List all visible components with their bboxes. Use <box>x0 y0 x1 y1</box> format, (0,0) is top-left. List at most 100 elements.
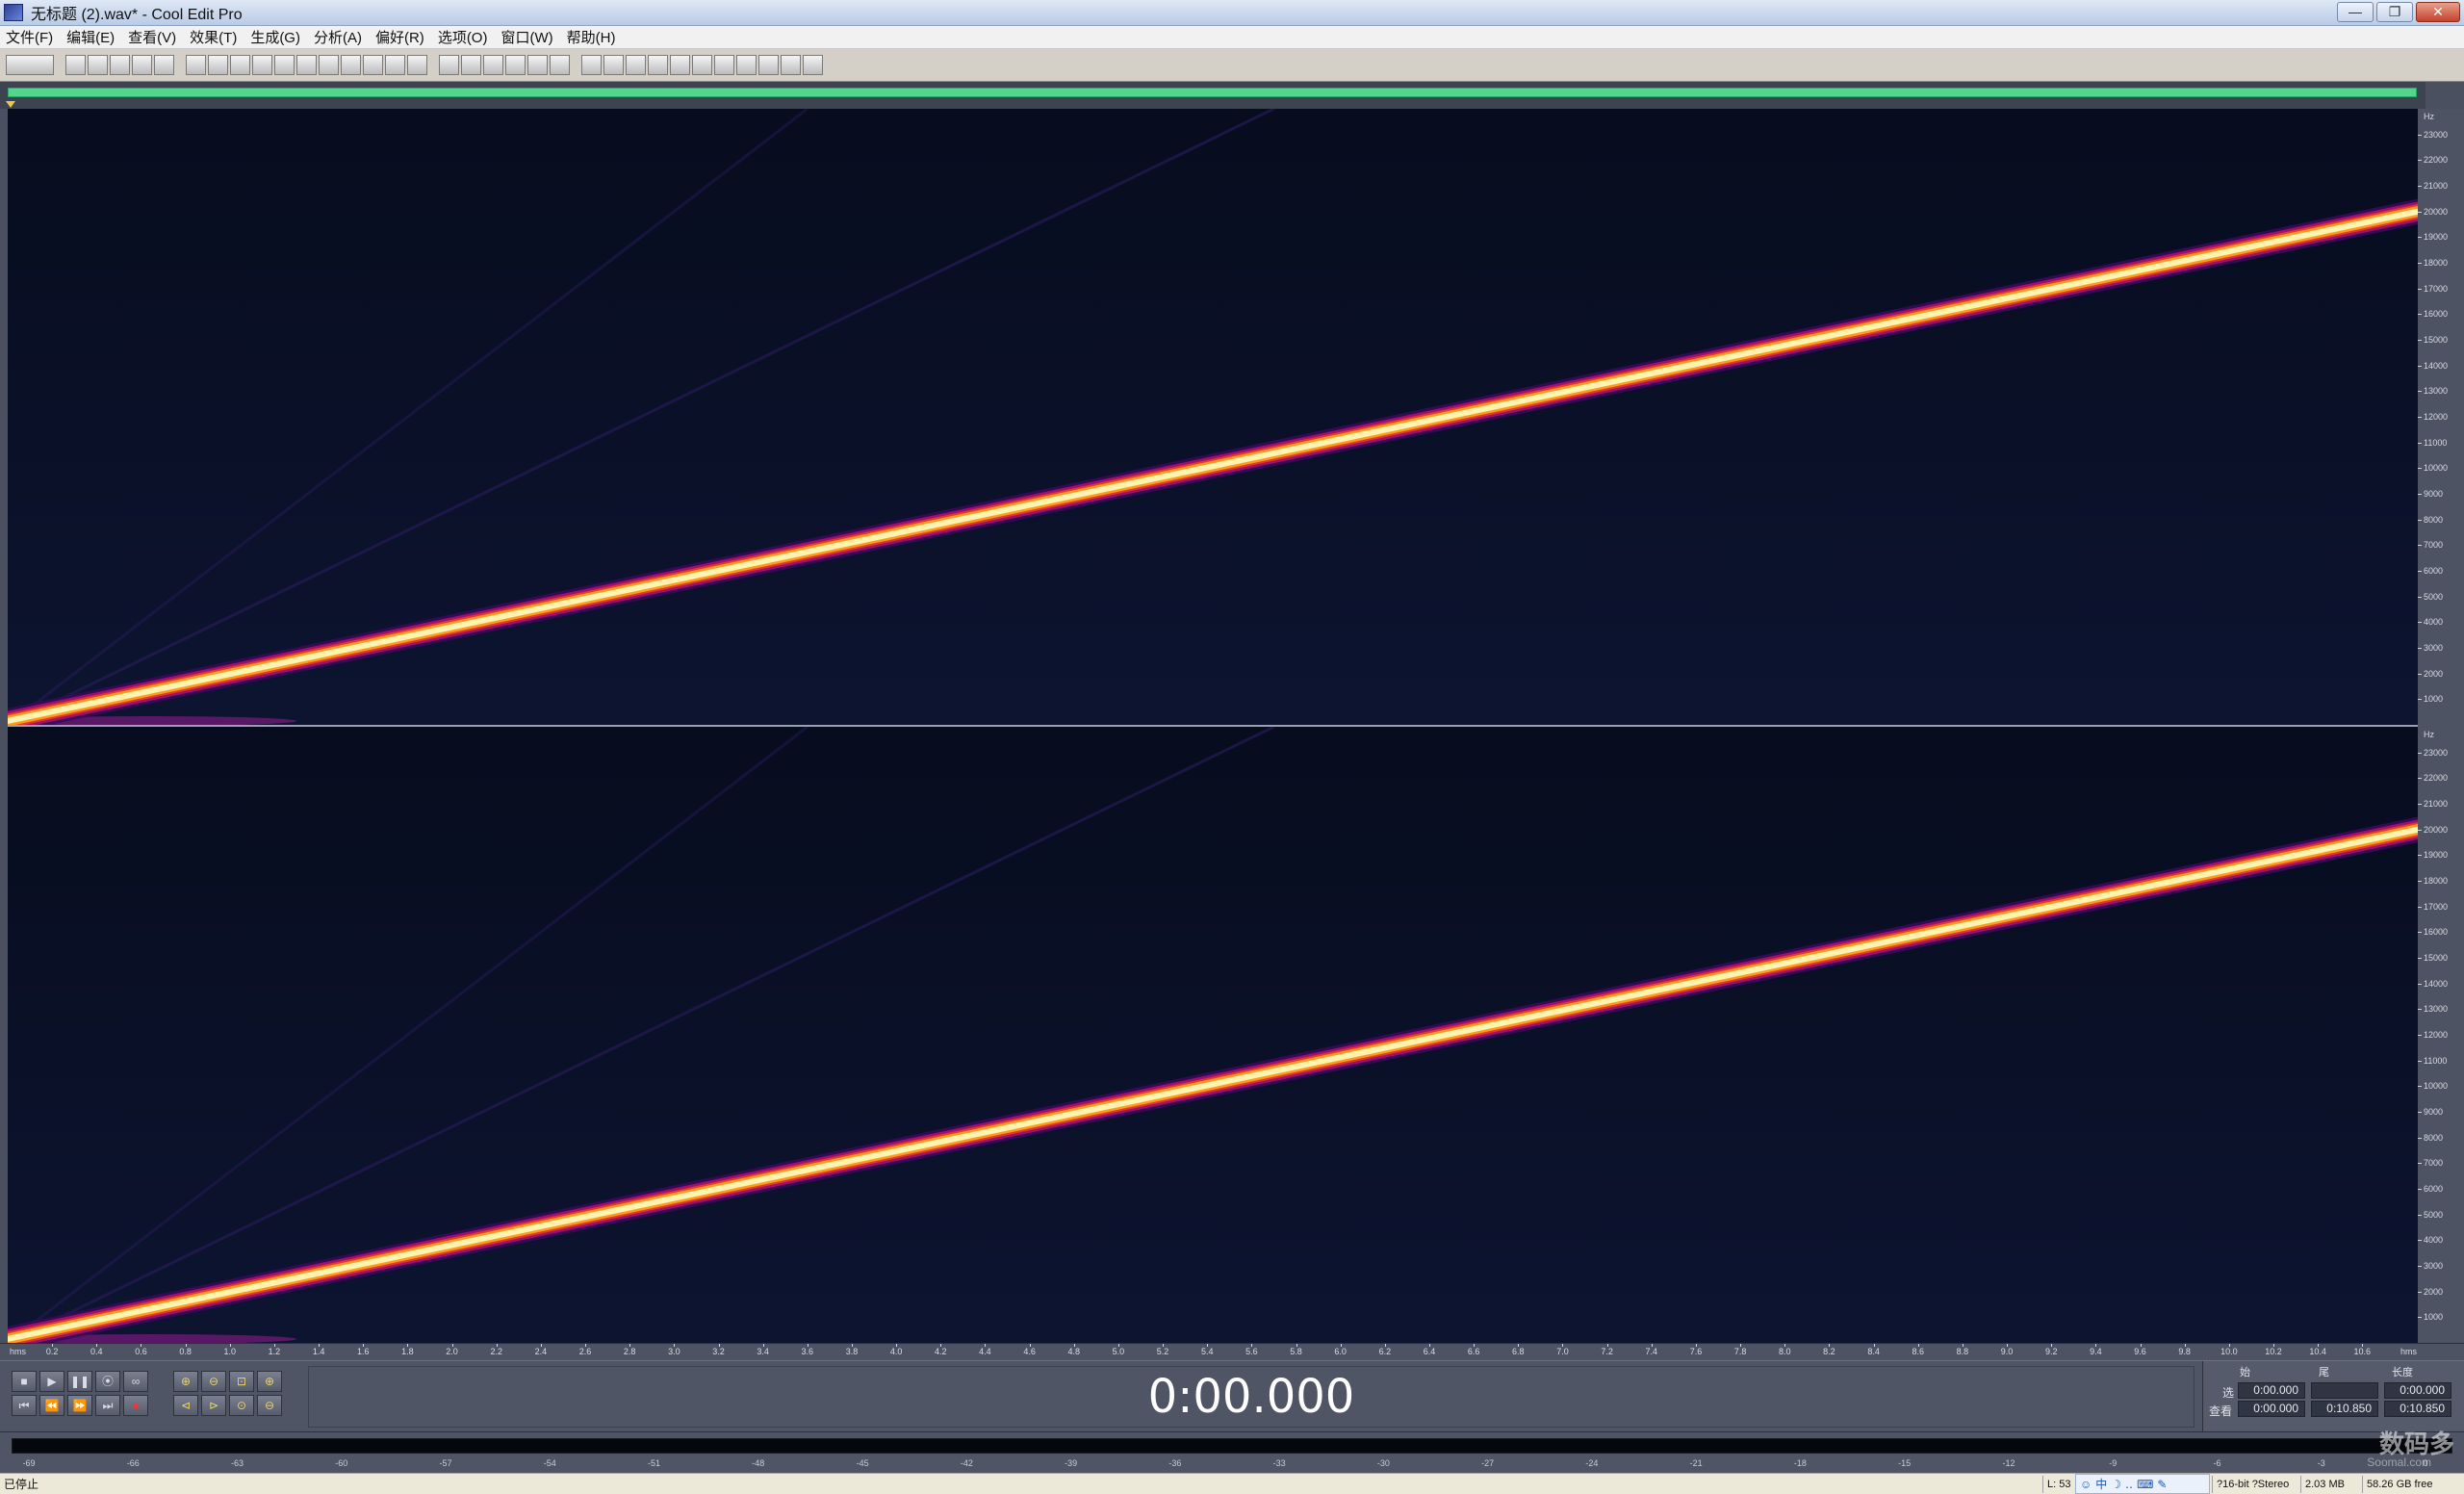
go-to-end-button[interactable]: ⏭ <box>95 1395 120 1416</box>
spectral-view-icon[interactable] <box>461 55 481 75</box>
copy-icon[interactable] <box>274 55 295 75</box>
frequency-ruler: Hz 23000 22000 21000 20000 19000 18000 17000 160… <box>2418 109 2464 1343</box>
maximize-button[interactable]: ❐ <box>2376 2 2413 22</box>
transport-buttons: ■ ▶ ❚❚ ⦿ ∞ ⏮ ⏪ ⏩ ⏭ ● <box>12 1371 148 1416</box>
fade-in-icon[interactable] <box>483 55 503 75</box>
ime-mode[interactable]: 中 <box>2095 1476 2107 1492</box>
waveform-view-icon[interactable] <box>439 55 459 75</box>
frequency-tick <box>2418 1317 2422 1319</box>
zoom-in-vertical-button[interactable]: ⊕ <box>257 1371 282 1392</box>
zoom-full-button[interactable]: ⊡ <box>229 1371 254 1392</box>
view-start-field[interactable]: 0:00.000 <box>2238 1401 2305 1417</box>
channel-left[interactable] <box>8 109 2418 725</box>
silence-icon[interactable] <box>385 55 405 75</box>
multitrack-switch-icon[interactable] <box>6 55 54 75</box>
menu-window[interactable]: 窗口(W) <box>500 27 552 47</box>
analysis-icon[interactable] <box>736 55 757 75</box>
zoom-out-horizontal-button[interactable]: ⊖ <box>201 1371 226 1392</box>
time-ruler[interactable]: hms hms 0.2 0.4 0.6 0.8 1.0 1.2 1.4 1.6 1.8 2.0 2.2 2… <box>0 1343 2464 1360</box>
rewind-button[interactable]: ⏪ <box>39 1395 64 1416</box>
selection-panel: 始 尾 长度 选 0:00.000 0:00.000 查看 0:00.000 0… <box>2202 1361 2464 1432</box>
delay-icon[interactable] <box>603 55 624 75</box>
view-end-field[interactable]: 0:10.850 <box>2311 1401 2378 1417</box>
zoom-to-left-button[interactable]: ⊲ <box>173 1395 198 1416</box>
stop-button[interactable]: ■ <box>12 1371 37 1392</box>
overview-visible-range[interactable] <box>8 88 2417 97</box>
trim-icon[interactable] <box>363 55 383 75</box>
menu-options[interactable]: 选项(O) <box>438 27 488 47</box>
selection-end-field[interactable] <box>2311 1382 2378 1399</box>
frequency-tick <box>2418 1240 2422 1242</box>
save-all-icon[interactable] <box>132 55 152 75</box>
paste-icon[interactable] <box>296 55 317 75</box>
menu-file[interactable]: 文件(F) <box>6 27 53 47</box>
zoom-out-vertical-button[interactable]: ⊖ <box>257 1395 282 1416</box>
pitch-icon[interactable] <box>692 55 712 75</box>
normalize-icon[interactable] <box>527 55 548 75</box>
play-button[interactable]: ▶ <box>39 1371 64 1392</box>
time-tick-label: 6.2 <box>1378 1347 1392 1356</box>
menu-edit[interactable]: 编辑(E) <box>66 27 115 47</box>
stretch-icon[interactable] <box>714 55 734 75</box>
undo-icon[interactable] <box>186 55 206 75</box>
play-to-end-button[interactable]: ⦿ <box>95 1371 120 1392</box>
time-tick-label: 10.4 <box>2309 1347 2326 1356</box>
channel-right[interactable] <box>8 727 2418 1343</box>
time-tick-label: 9.6 <box>2134 1347 2146 1356</box>
help-icon[interactable] <box>803 55 823 75</box>
close-file-icon[interactable] <box>154 55 174 75</box>
fast-forward-button[interactable]: ⏩ <box>67 1395 92 1416</box>
zoom-to-selection-button[interactable]: ⊙ <box>229 1395 254 1416</box>
overview-bar[interactable] <box>0 82 2426 109</box>
ime-toolbar[interactable]: ☺ 中 ☽ ‥ ⌨ ✎ <box>2075 1474 2210 1494</box>
fade-out-icon[interactable] <box>505 55 526 75</box>
frequency-tick <box>2418 263 2422 264</box>
redo-icon[interactable] <box>208 55 228 75</box>
minimize-button[interactable]: — <box>2337 2 2374 22</box>
frequency-tick-label: 23000 <box>2424 129 2449 140</box>
level-scale-label: -60 <box>335 1458 348 1468</box>
close-button[interactable]: ✕ <box>2416 2 2460 22</box>
cut-icon[interactable] <box>252 55 272 75</box>
menu-analyze[interactable]: 分析(A) <box>314 27 362 47</box>
zoom-in-horizontal-button[interactable]: ⊕ <box>173 1371 198 1392</box>
invert-icon[interactable] <box>407 55 427 75</box>
menu-effects[interactable]: 效果(T) <box>190 27 237 47</box>
paste-new-icon[interactable] <box>319 55 339 75</box>
generate-tone-icon[interactable] <box>758 55 779 75</box>
selection-length-field[interactable]: 0:00.000 <box>2384 1382 2451 1399</box>
new-file-icon[interactable] <box>65 55 86 75</box>
go-to-start-button[interactable]: ⏮ <box>12 1395 37 1416</box>
repeat-icon[interactable] <box>230 55 250 75</box>
menu-generate[interactable]: 生成(G) <box>250 27 300 47</box>
open-file-icon[interactable] <box>88 55 108 75</box>
envelope-icon[interactable] <box>581 55 602 75</box>
noise-reduce-icon[interactable] <box>670 55 690 75</box>
playhead-marker-icon[interactable] <box>6 101 15 108</box>
loop-button[interactable]: ∞ <box>123 1371 148 1392</box>
window-title: 无标题 (2).wav* - Cool Edit Pro <box>31 7 243 23</box>
level-scale-label: -24 <box>1585 1458 1599 1468</box>
zoom-to-right-button[interactable]: ⊳ <box>201 1395 226 1416</box>
level-scale-label: -6 <box>2213 1458 2221 1468</box>
save-icon[interactable] <box>110 55 130 75</box>
selection-start-field[interactable]: 0:00.000 <box>2238 1382 2305 1399</box>
record-button[interactable]: ● <box>123 1395 148 1416</box>
menu-view[interactable]: 查看(V) <box>128 27 176 47</box>
menu-favorites[interactable]: 偏好(R) <box>375 27 424 47</box>
amplify-icon[interactable] <box>550 55 570 75</box>
view-length-field[interactable]: 0:10.850 <box>2384 1401 2451 1417</box>
pause-button[interactable]: ❚❚ <box>67 1371 92 1392</box>
frequency-tick <box>2418 1060 2422 1062</box>
generate-noise-icon[interactable] <box>781 55 801 75</box>
menu-help[interactable]: 帮助(H) <box>567 27 616 47</box>
reverb-icon[interactable] <box>626 55 646 75</box>
time-tick-label: 5.0 <box>1112 1347 1125 1356</box>
ime-keyboard-icon: ⌨ <box>2137 1477 2154 1491</box>
time-tick-label: 9.4 <box>2090 1347 2102 1356</box>
mix-paste-icon[interactable] <box>341 55 361 75</box>
spectral-view[interactable] <box>8 109 2418 1343</box>
frequency-tick <box>2418 340 2422 341</box>
eq-icon[interactable] <box>648 55 668 75</box>
frequency-tick-label: 3000 <box>2424 643 2444 653</box>
